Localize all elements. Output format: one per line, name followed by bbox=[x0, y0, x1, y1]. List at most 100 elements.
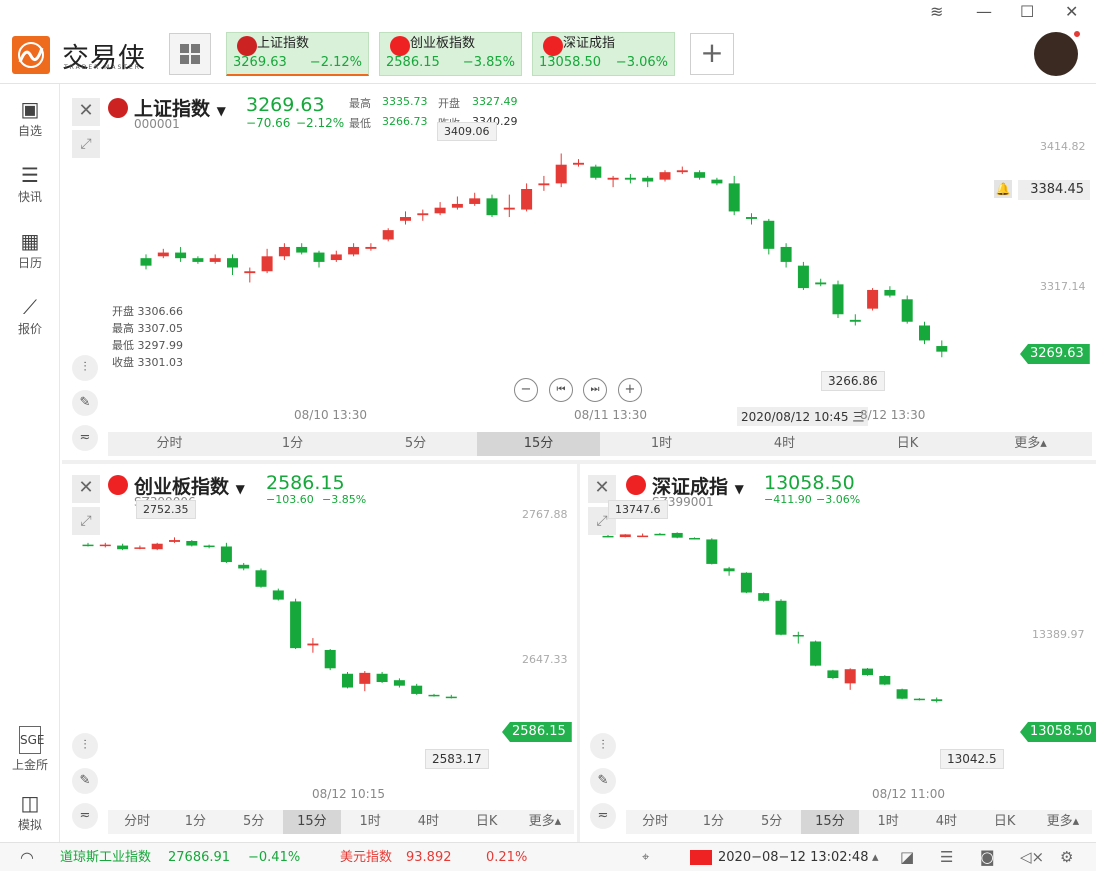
candle bbox=[740, 572, 752, 594]
shenzhen-chart-panel: ✕ ⤢ 深证成指 ▼ SZ399001 13058.50 −411.90 −3.… bbox=[580, 464, 1096, 842]
candle bbox=[676, 166, 688, 175]
zoom-in-button[interactable]: + bbox=[618, 378, 642, 402]
scroll-start-button[interactable]: ⏮ bbox=[549, 378, 573, 402]
close-chart-button[interactable]: ✕ bbox=[588, 475, 616, 503]
ticker-name[interactable]: 道琼斯工业指数 bbox=[60, 843, 151, 872]
tab-shenzhen[interactable]: 深证成指 13058.50 −3.06% bbox=[532, 32, 675, 76]
minimize-button[interactable]: — bbox=[976, 2, 992, 21]
tf-item-active[interactable]: 15分 bbox=[282, 810, 341, 834]
tab-shanghai[interactable]: 上证指数 3269.63 −2.12% bbox=[226, 32, 369, 76]
sidebar-item-calendar[interactable]: ▦ 日历 bbox=[0, 228, 60, 271]
candle-type-icon[interactable]: ⫶ bbox=[72, 355, 98, 381]
tf-item[interactable]: 1分 bbox=[231, 432, 354, 456]
close-chart-button[interactable]: ✕ bbox=[72, 475, 100, 503]
tf-item[interactable]: 分时 bbox=[108, 432, 231, 456]
tf-item[interactable]: 5分 bbox=[225, 810, 283, 834]
indicator-icon[interactable]: ≂ bbox=[72, 803, 98, 829]
mute-icon[interactable]: ◁× bbox=[1020, 843, 1044, 872]
tf-item-active[interactable]: 15分 bbox=[800, 810, 859, 834]
tf-item[interactable]: 分时 bbox=[108, 810, 166, 834]
alert-price[interactable]: 3384.45 bbox=[1018, 180, 1090, 200]
tf-item[interactable]: 4时 bbox=[723, 432, 846, 456]
candle bbox=[445, 694, 457, 699]
tf-item[interactable]: 1分 bbox=[684, 810, 742, 834]
headset-icon[interactable]: ◠ bbox=[20, 843, 34, 872]
camera-icon[interactable]: ◙ bbox=[980, 843, 995, 872]
high-callout: 3409.06 bbox=[437, 122, 497, 141]
tf-item[interactable]: 日K bbox=[458, 810, 516, 834]
candlestick-chart[interactable] bbox=[580, 514, 1020, 754]
tf-item[interactable]: 5分 bbox=[743, 810, 801, 834]
tf-item[interactable]: 1时 bbox=[341, 810, 399, 834]
ohlc-legend: 开盘 3306.66 最高 3307.05 最低 3297.99 收盘 3301… bbox=[112, 305, 183, 369]
add-tab-button[interactable]: + bbox=[690, 33, 734, 75]
avatar[interactable] bbox=[1034, 32, 1078, 76]
sidebar-item-watchlist[interactable]: ▣ 自选 bbox=[0, 96, 60, 139]
candle bbox=[867, 288, 879, 311]
tf-item[interactable]: 4时 bbox=[399, 810, 457, 834]
tf-item[interactable]: 1分 bbox=[166, 810, 224, 834]
draw-pen-icon[interactable]: ✎ bbox=[72, 390, 98, 416]
layers-icon[interactable]: ≋ bbox=[930, 2, 943, 21]
low-callout: 3266.86 bbox=[821, 371, 885, 391]
indicator-icon[interactable]: ≂ bbox=[72, 425, 98, 451]
low-value: 3266.73 bbox=[382, 115, 428, 128]
chevron-up-icon[interactable]: ▴ bbox=[872, 843, 879, 872]
tf-item[interactable]: 更多▴ bbox=[969, 432, 1092, 456]
candle bbox=[896, 688, 908, 700]
candle bbox=[573, 159, 584, 167]
tab-price: 2586.15 bbox=[386, 55, 440, 70]
main-chart-panel: ✕ ⤢ 上证指数 ▼ 000001 3269.63 −70.66 −2.12% … bbox=[62, 86, 1096, 459]
bell-icon[interactable]: 🔔 bbox=[994, 180, 1012, 198]
tf-item[interactable]: 分时 bbox=[626, 810, 684, 834]
candle bbox=[209, 254, 221, 264]
tag-icon[interactable]: ⌖ bbox=[642, 843, 649, 872]
scroll-end-button[interactable]: ⏭ bbox=[583, 378, 607, 402]
indicator-icon[interactable]: ≂ bbox=[590, 803, 616, 829]
tf-item[interactable]: 1时 bbox=[600, 432, 723, 456]
tf-item[interactable]: 4时 bbox=[917, 810, 975, 834]
tf-item[interactable]: 日K bbox=[976, 810, 1034, 834]
y-axis-label: 13389.97 bbox=[1032, 628, 1085, 641]
screen-off-icon[interactable]: ◪ bbox=[900, 843, 914, 872]
candle bbox=[913, 698, 925, 701]
sidebar-item-quotes[interactable]: ⟋ 报价 bbox=[0, 294, 60, 337]
tf-item[interactable]: 更多▴ bbox=[516, 810, 574, 834]
settings-icon[interactable]: ⚙ bbox=[1060, 843, 1073, 872]
candle bbox=[290, 598, 302, 650]
maximize-button[interactable]: ☐ bbox=[1020, 2, 1034, 21]
close-chart-button[interactable]: ✕ bbox=[72, 98, 100, 126]
open-value: 3327.49 bbox=[472, 95, 518, 108]
draw-pen-icon[interactable]: ✎ bbox=[590, 768, 616, 794]
tf-item[interactable]: 更多▴ bbox=[1034, 810, 1092, 834]
zoom-out-button[interactable]: − bbox=[514, 378, 538, 402]
candle bbox=[711, 177, 723, 186]
tf-item[interactable]: 日K bbox=[846, 432, 969, 456]
tab-change: −3.06% bbox=[615, 55, 668, 70]
candlestick-chart[interactable] bbox=[62, 514, 502, 754]
candle bbox=[417, 209, 429, 221]
sidebar-item-sge[interactable]: SGE 上金所 bbox=[0, 724, 60, 773]
y-axis-label: 2647.33 bbox=[522, 653, 568, 666]
close-window-button[interactable]: ✕ bbox=[1065, 2, 1078, 21]
tab-chinext[interactable]: 创业板指数 2586.15 −3.85% bbox=[379, 32, 522, 76]
tf-item-active[interactable]: 15分 bbox=[477, 432, 600, 456]
sidebar-item-news[interactable]: ☰ 快讯 bbox=[0, 162, 60, 205]
tf-item[interactable]: 5分 bbox=[354, 432, 477, 456]
ticker-name[interactable]: 美元指数 bbox=[340, 843, 392, 872]
tf-item[interactable]: 1时 bbox=[859, 810, 917, 834]
wallet-icon: ◫ bbox=[20, 791, 40, 815]
candle-type-icon[interactable]: ⫶ bbox=[72, 733, 98, 759]
last-price-tag: 2586.15 bbox=[502, 722, 572, 742]
candle bbox=[931, 697, 943, 703]
draw-pen-icon[interactable]: ✎ bbox=[72, 768, 98, 794]
price-change: −103.60 bbox=[266, 493, 314, 506]
bookmark-icon: ▣ bbox=[20, 97, 40, 121]
ticker-value: 27686.91 bbox=[168, 850, 231, 865]
layout-grid-button[interactable] bbox=[169, 33, 211, 75]
candle bbox=[313, 250, 325, 268]
list-icon[interactable]: ☰ bbox=[940, 843, 953, 872]
sidebar-item-simulation[interactable]: ◫ 模拟 bbox=[0, 790, 60, 833]
candle-type-icon[interactable]: ⫶ bbox=[590, 733, 616, 759]
candle bbox=[919, 321, 930, 345]
